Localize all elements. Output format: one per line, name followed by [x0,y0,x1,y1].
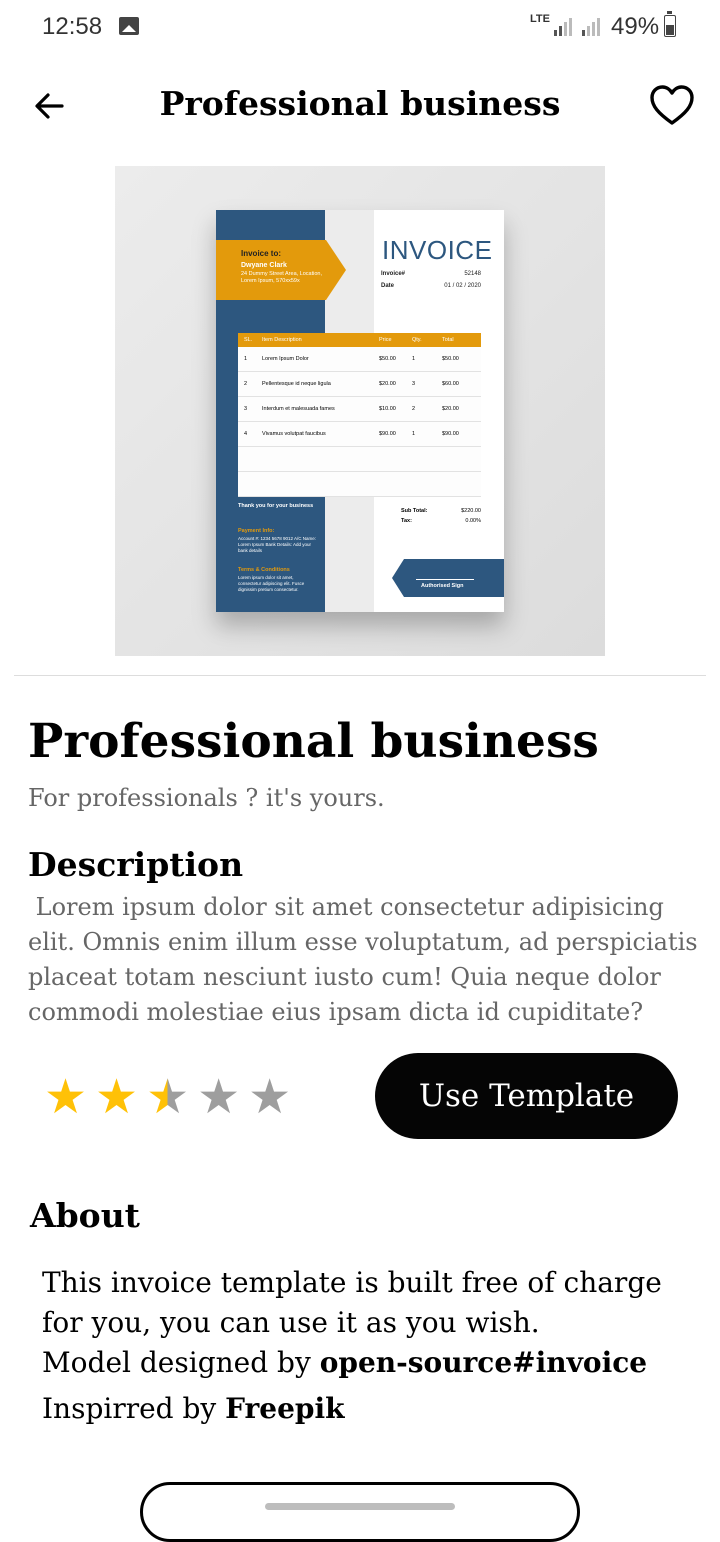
invoice-to-label: Invoice to: [241,249,282,258]
col-qty: Qty. [412,337,422,343]
invoice-meta: 52148 Invoice# 01 / 02 / 2020 Date [381,268,481,292]
table-row: 1 Lorem Ipsum Dolor $50.00 1 $50.00 [238,347,481,372]
invoice-date-label: Date [381,283,395,289]
col-price: Price [379,337,392,343]
payment-title: Payment Info: [238,528,275,534]
cell: $20.00 [442,406,459,412]
invoice-totals: $220.00 Sub Total: 0.00% Tax: [401,506,481,526]
template-preview-image: Invoice to: Dwyane Clark 24 Dummy Street… [115,166,605,656]
cell: $50.00 [442,356,459,362]
invoice-table-header: SL. Item Description Price Qty. Total [238,333,481,347]
invoice-number: 52148 [464,271,481,277]
cell: Interdum et malesuada fames [262,406,335,412]
heart-outline-icon[interactable] [648,82,696,128]
invoice-table: SL. Item Description Price Qty. Total 1 L… [238,333,481,497]
status-bar: 12:58 LTE 49% [0,0,720,56]
payment-details: Account #: 1234 5678 9012 A/C Name: Lore… [238,536,317,553]
use-template-button[interactable]: Use Template [375,1053,678,1139]
cell: 1 [244,356,248,362]
page-title: Professional business [159,84,561,123]
invoice-heading: INVOICE [382,235,493,265]
description-text: Lorem ipsum dolor sit amet consectetur a… [28,893,706,1026]
signal-icon [554,18,572,36]
invoice-thanks: Thank you for your business [238,503,314,509]
cell: 1 [412,356,416,362]
star-icon[interactable]: ★ [146,1072,189,1122]
table-row [238,472,481,497]
about-inspired: Inspirred by Freepik [42,1389,692,1429]
model-link[interactable]: open-source#invoice [320,1346,647,1379]
tax-value: 0.00% [465,518,481,524]
inspired-link[interactable]: Freepik [225,1392,344,1425]
invoice-date: 01 / 02 / 2020 [444,283,481,289]
col-total: Total [442,337,454,343]
model-prefix: Model designed by [42,1346,320,1379]
cell: $90.00 [442,431,459,437]
sign-line [416,579,474,580]
cell: 4 [244,431,248,437]
top-app-bar: Professional business [0,70,720,140]
table-row: 3 Interdum et malesuada fames $10.00 2 $20.0… [238,397,481,422]
client-name: Dwyane Clark [241,262,287,269]
col-item: Item Description [262,337,302,343]
rating-stars[interactable]: ★ ★ ★ ★ ★ [44,1072,291,1122]
about-model: Model designed by open-source#invoice [42,1343,692,1383]
description-heading: Description [28,845,244,884]
table-row [238,447,481,472]
cell: Vivamus volutpat faucibus [262,431,326,437]
home-indicator [265,1503,455,1510]
star-icon[interactable]: ★ [248,1072,291,1122]
cell: Pellentesque id neque ligula [262,381,331,387]
gallery-notification-icon [119,17,139,35]
subtotal-value: $220.00 [461,508,481,514]
star-icon[interactable]: ★ [44,1072,87,1122]
subtotal-label: Sub Total: [401,508,428,514]
cell: $20.00 [379,381,396,387]
sign-banner [392,559,504,597]
status-time: 12:58 [42,13,103,40]
cell: 1 [412,431,416,437]
client-address: 24 Dummy Street Area, Location, Lorem Ip… [241,271,323,284]
cell: 2 [412,406,416,412]
about-heading: About [30,1196,140,1235]
cell: $60.00 [442,381,459,387]
terms-text: Lorem ipsum dolor sit amet, consectetur … [238,575,305,592]
template-title: Professional business [28,714,599,769]
network-type: LTE [530,13,550,25]
star-icon[interactable]: ★ [95,1072,138,1122]
divider [14,675,706,676]
about-line: This invoice template is built free of c… [42,1266,662,1339]
cell: 2 [244,381,248,387]
terms-title: Terms & Conditions [238,567,290,573]
col-sl: SL. [244,337,253,343]
cell: 3 [412,381,416,387]
table-row: 2 Pellentesque id neque ligula $20.00 3 $60.… [238,372,481,397]
authorised-sign: Authorised Sign [421,583,464,589]
template-subtitle: For professionals ? it's yours. [28,784,385,812]
table-row: 4 Vivamus volutpat faucibus $90.00 1 $90.00 [238,422,481,447]
cell: $90.00 [379,431,396,437]
cell: $10.00 [379,406,396,412]
signal-icon-2 [582,18,600,36]
cell: Lorem Ipsum Dolor [262,356,309,362]
cell: $50.00 [379,356,396,362]
invoice-number-label: Invoice# [381,271,406,277]
about-text: This invoice template is built free of c… [42,1263,692,1429]
battery-percent: 49% [611,13,660,40]
invoice-template: Invoice to: Dwyane Clark 24 Dummy Street… [216,210,504,612]
star-icon[interactable]: ★ [197,1072,240,1122]
battery-icon [664,11,676,37]
tax-label: Tax: [401,518,412,524]
bottom-outline-button[interactable] [140,1482,580,1542]
cell: 3 [244,406,248,412]
inspired-prefix: Inspirred by [42,1392,226,1425]
